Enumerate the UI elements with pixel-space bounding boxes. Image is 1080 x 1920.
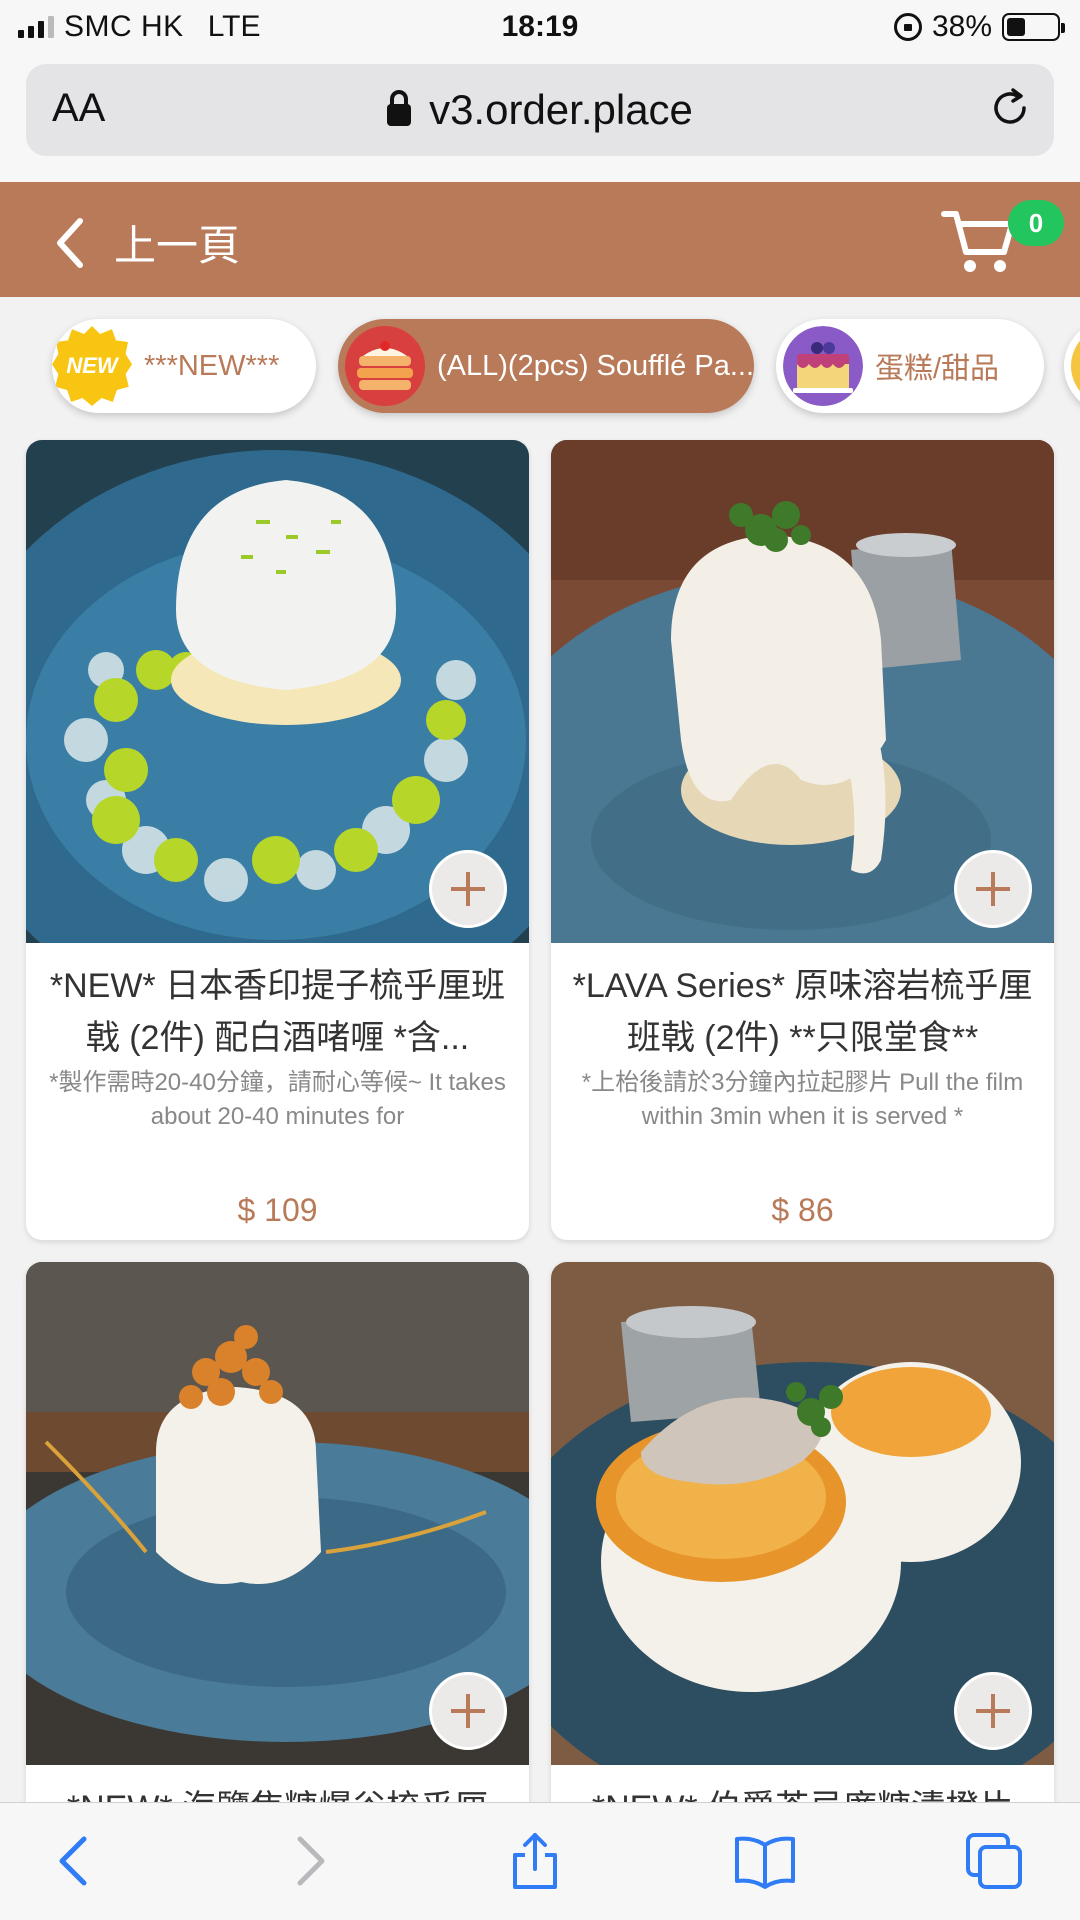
address-bar[interactable]: AA v3.order.place: [26, 64, 1054, 156]
browser-toolbar: [0, 1802, 1080, 1920]
new-badge-icon: NEW: [52, 326, 132, 406]
cart-icon[interactable]: [940, 204, 1020, 276]
back-arrow-icon[interactable]: [46, 1831, 106, 1891]
status-bar: SMC HK LTE 18:19 38%: [0, 0, 1080, 56]
url-display[interactable]: v3.order.place: [26, 86, 1054, 134]
product-card[interactable]: *NEW* 日本香印提子梳乎厘班戟 (2件) 配白酒啫喱 *含... *製作需時…: [26, 440, 529, 1240]
app-header: 上一頁 0: [0, 182, 1080, 297]
add-to-cart-button[interactable]: [954, 1672, 1032, 1750]
product-card[interactable]: *LAVA Series* 原味溶岩梳乎厘班戟 (2件) **只限堂食** *上…: [551, 440, 1054, 1240]
product-title: *LAVA Series* 原味溶岩梳乎厘班戟 (2件) **只限堂食**: [572, 967, 1033, 1057]
chevron-left-icon: [57, 217, 83, 268]
share-icon[interactable]: [505, 1831, 565, 1891]
category-chip-new[interactable]: NEW ***NEW***: [52, 319, 316, 413]
category-chip-cakes[interactable]: 蛋糕/甜品: [776, 319, 1044, 413]
category-chip-more[interactable]: [1064, 319, 1080, 413]
back-label: 上一頁: [114, 222, 241, 269]
product-card[interactable]: *NEW* 海鹽焦糖爆谷梳乎厘: [26, 1262, 529, 1862]
back-button[interactable]: 上一頁: [50, 212, 240, 273]
status-right: 38%: [893, 10, 1065, 44]
category-label: 蛋糕/甜品: [875, 353, 1000, 385]
url-text: v3.order.place: [429, 86, 693, 133]
rotation-lock-icon: [893, 13, 922, 41]
forward-arrow-icon[interactable]: [278, 1831, 338, 1891]
category-label: (ALL)(2pcs) Soufflé Pa...: [437, 349, 754, 382]
product-price: $ 109: [237, 1192, 318, 1228]
reload-icon[interactable]: [988, 86, 1032, 130]
browser-address-area: AA v3.order.place: [0, 56, 1080, 182]
category-tabs: NEW ***NEW*** (ALL)(2pcs) Soufflé Pa...: [0, 297, 1080, 440]
cake-icon: [783, 326, 863, 406]
pancake-stack-icon: [345, 326, 425, 406]
battery-percent: 38%: [931, 10, 992, 43]
category-chip-souffle[interactable]: (ALL)(2pcs) Soufflé Pa...: [338, 319, 754, 413]
product-description: *上枱後請於3分鐘內拉起膠片 Pull the film within 3min…: [581, 1069, 1024, 1130]
lock-icon: [387, 90, 412, 126]
add-to-cart-button[interactable]: [429, 1672, 507, 1750]
add-to-cart-button[interactable]: [429, 850, 507, 928]
product-card[interactable]: *NEW* 伯爵茶忌廉糖漬橙片: [551, 1262, 1054, 1862]
category-label: ***NEW***: [144, 349, 280, 382]
add-to-cart-button[interactable]: [954, 850, 1032, 928]
product-price: $ 86: [771, 1192, 834, 1228]
battery-icon: [1002, 13, 1065, 41]
bookmarks-icon[interactable]: [733, 1831, 797, 1891]
product-description: *製作需時20-40分鐘，請耐心等候~ It takes about 20-40…: [49, 1069, 506, 1130]
tabs-icon[interactable]: [964, 1831, 1024, 1891]
cart-count-badge: 0: [1008, 200, 1064, 246]
app-root: SMC HK LTE 18:19 38% AA v3.order.place 上…: [0, 0, 1080, 1920]
product-title: *NEW* 日本香印提子梳乎厘班戟 (2件) 配白酒啫喱 *含...: [49, 967, 506, 1057]
category-thumbnail: [1071, 326, 1080, 406]
